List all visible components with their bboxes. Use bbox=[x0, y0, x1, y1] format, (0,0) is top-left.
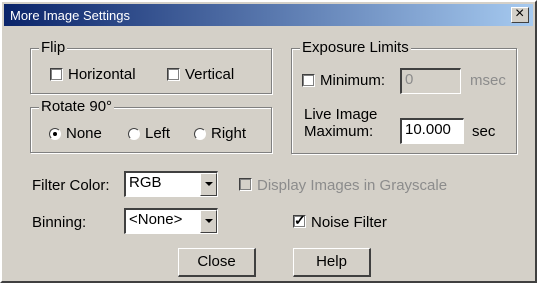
flip-horizontal-checkbox[interactable] bbox=[50, 68, 63, 81]
filter-color-value: RGB bbox=[129, 174, 162, 191]
rotate-left-radio[interactable] bbox=[128, 128, 140, 140]
rotate-legend: Rotate 90° bbox=[39, 97, 115, 117]
filter-color-dropdown-button[interactable] bbox=[200, 173, 217, 196]
rotate-none-label[interactable]: None bbox=[66, 125, 102, 143]
live-max-input[interactable]: 10.000 bbox=[400, 118, 464, 144]
window-title: More Image Settings bbox=[10, 8, 130, 23]
binning-dropdown-button[interactable] bbox=[200, 210, 217, 233]
noise-filter-label[interactable]: Noise Filter bbox=[311, 214, 387, 232]
flip-vertical-checkbox[interactable] bbox=[167, 68, 180, 81]
close-icon: × bbox=[515, 5, 525, 22]
grayscale-checkbox[interactable] bbox=[239, 178, 252, 191]
minimum-unit: msec bbox=[470, 72, 506, 89]
title-bar[interactable]: More Image Settings × bbox=[4, 4, 533, 26]
rotate-right-label[interactable]: Right bbox=[211, 125, 246, 143]
binning-select[interactable]: <None> bbox=[124, 208, 218, 234]
minimum-checkbox[interactable] bbox=[302, 74, 315, 87]
filter-color-label: Filter Color: bbox=[32, 177, 110, 194]
live-max-unit: sec bbox=[472, 123, 496, 140]
rotate-left-label[interactable]: Left bbox=[145, 125, 170, 143]
checkmark-icon: ✓ bbox=[294, 212, 306, 228]
minimum-label[interactable]: Minimum: bbox=[320, 72, 385, 90]
exposure-limits-legend: Exposure Limits bbox=[300, 38, 411, 58]
dialog-window: More Image Settings × Flip Horizontal Ve… bbox=[0, 0, 537, 283]
binning-label: Binning: bbox=[32, 214, 87, 231]
binning-value: <None> bbox=[129, 211, 183, 228]
rotate-right-radio[interactable] bbox=[194, 128, 206, 140]
flip-group: Flip bbox=[30, 38, 272, 94]
flip-legend: Flip bbox=[39, 38, 68, 58]
close-button[interactable]: Close bbox=[178, 248, 256, 277]
noise-filter-checkbox[interactable]: ✓ bbox=[293, 212, 306, 228]
live-max-label-line2: Maximum: bbox=[304, 123, 374, 140]
flip-vertical-label[interactable]: Vertical bbox=[185, 66, 234, 84]
flip-horizontal-label[interactable]: Horizontal bbox=[68, 66, 136, 84]
minimum-input[interactable]: 0 bbox=[400, 68, 461, 94]
grayscale-label[interactable]: Display Images in Grayscale bbox=[257, 177, 447, 195]
radio-selected-dot bbox=[53, 132, 57, 136]
help-button[interactable]: Help bbox=[293, 248, 371, 277]
rotate-none-radio[interactable] bbox=[49, 128, 61, 140]
chevron-down-icon bbox=[205, 182, 213, 186]
live-max-label-line1: Live Image bbox=[304, 106, 378, 123]
chevron-down-icon bbox=[205, 219, 213, 223]
filter-color-select[interactable]: RGB bbox=[124, 171, 218, 197]
close-window-button[interactable]: × bbox=[511, 5, 529, 23]
